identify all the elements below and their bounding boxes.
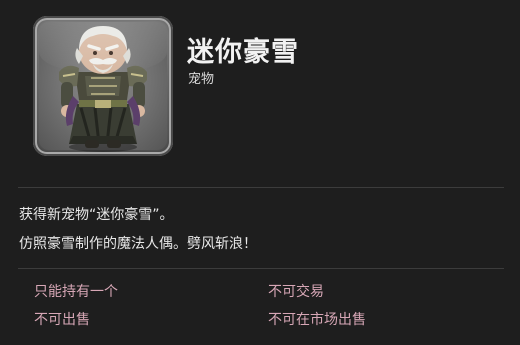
item-name: 迷你豪雪 — [187, 37, 299, 68]
item-tooltip: 迷你豪雪 宠物 获得新宠物“迷你豪雪”。 仿照豪雪制作的魔法人偶。劈风斩浪！ 只… — [0, 0, 520, 345]
item-category: 宠物 — [188, 72, 215, 87]
restriction-unsellable: 不可出售 — [34, 312, 90, 328]
description-line-2: 仿照豪雪制作的魔法人偶。劈风斩浪！ — [19, 236, 257, 252]
description-line-1: 获得新宠物“迷你豪雪”。 — [19, 207, 174, 223]
restriction-no-market: 不可在市场出售 — [268, 312, 366, 328]
divider — [18, 268, 504, 269]
divider — [18, 187, 504, 188]
restriction-unique: 只能持有一个 — [34, 284, 118, 300]
restriction-untradable: 不可交易 — [268, 284, 324, 300]
minion-portrait-icon — [33, 16, 173, 156]
